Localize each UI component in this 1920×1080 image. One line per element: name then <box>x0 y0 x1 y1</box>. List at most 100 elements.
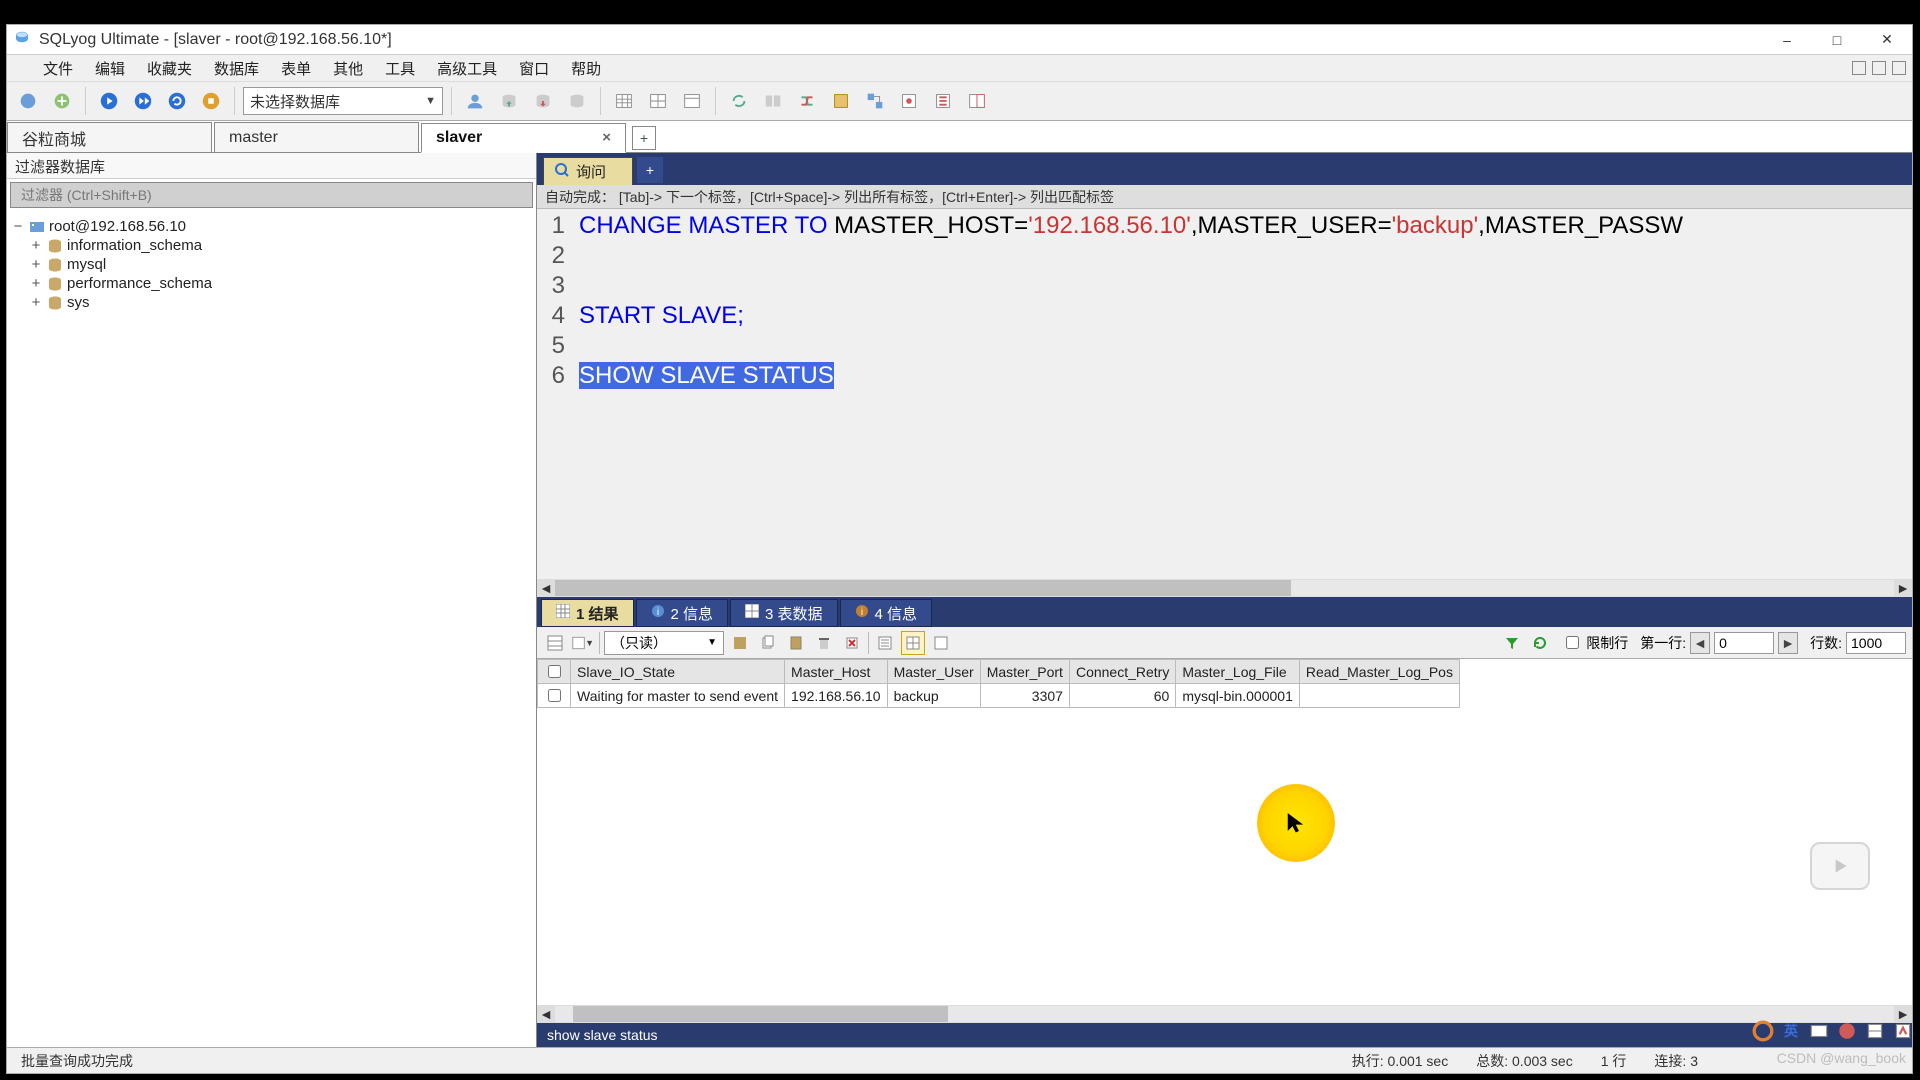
tree-database-node[interactable]: +mysql <box>11 255 532 274</box>
limit-checkbox[interactable] <box>1566 636 1579 649</box>
column-header[interactable]: Master_Log_File <box>1176 660 1300 684</box>
max-view-button[interactable] <box>929 631 953 655</box>
tray-icon-b[interactable] <box>1808 1020 1830 1042</box>
menu-表单[interactable]: 表单 <box>271 56 321 81</box>
result-tab-tabledata[interactable]: 3 表数据 <box>730 599 838 627</box>
cell[interactable]: mysql-bin.000001 <box>1176 684 1300 708</box>
result-tab-info[interactable]: i4 信息 <box>840 599 933 627</box>
editor-h-scrollbar[interactable]: ◄► <box>537 579 1912 597</box>
execute-all-button[interactable] <box>128 86 158 116</box>
result-h-scrollbar[interactable]: ◄► <box>537 1005 1912 1023</box>
tree-database-node[interactable]: +information_schema <box>11 236 532 255</box>
menu-其他[interactable]: 其他 <box>323 56 373 81</box>
form-button[interactable] <box>677 86 707 116</box>
sync-button[interactable] <box>724 86 754 116</box>
connection-tab[interactable]: slaver× <box>421 123 626 153</box>
add-query-tab-button[interactable]: + <box>637 157 663 183</box>
rows-input[interactable]: 1000 <box>1846 632 1906 654</box>
import-button[interactable] <box>528 86 558 116</box>
prev-page-button[interactable]: ◄ <box>1690 632 1710 654</box>
execute-button[interactable] <box>94 86 124 116</box>
connection-tab[interactable]: master <box>214 122 419 152</box>
menu-文件[interactable]: 文件 <box>33 56 83 81</box>
column-header[interactable]: Master_Host <box>785 660 888 684</box>
backup-button[interactable] <box>562 86 592 116</box>
column-header[interactable]: Read_Master_Log_Pos <box>1299 660 1459 684</box>
firstrow-input[interactable]: 0 <box>1714 632 1774 654</box>
tray-icon-a[interactable] <box>1752 1020 1774 1042</box>
menu-收藏夹[interactable]: 收藏夹 <box>137 56 202 81</box>
cell[interactable]: 60 <box>1069 684 1175 708</box>
refresh-button[interactable] <box>162 86 192 116</box>
form-view-button[interactable]: ▼ <box>571 631 595 655</box>
text-view-button[interactable] <box>873 631 897 655</box>
tray-icon-c[interactable] <box>1836 1020 1858 1042</box>
add-connection-tab-button[interactable]: + <box>632 126 656 150</box>
query-builder-button[interactable] <box>826 86 856 116</box>
mdi-close-icon[interactable] <box>1892 61 1906 75</box>
tree-server-node[interactable]: − root@192.168.56.10 <box>11 217 532 236</box>
close-tab-icon[interactable]: × <box>602 129 611 146</box>
paste-button[interactable] <box>784 631 808 655</box>
filter-input[interactable]: 过滤器 (Ctrl+Shift+B) <box>10 182 533 208</box>
database-selector[interactable]: 未选择数据库 ▼ <box>243 87 443 115</box>
column-header[interactable]: Master_Port <box>980 660 1069 684</box>
refresh-result-button[interactable] <box>1528 631 1552 655</box>
menu-帮助[interactable]: 帮助 <box>561 56 611 81</box>
menu-数据库[interactable]: 数据库 <box>204 56 269 81</box>
next-page-button[interactable]: ► <box>1778 632 1798 654</box>
schema-designer-button[interactable] <box>860 86 890 116</box>
table-button[interactable] <box>609 86 639 116</box>
menu-窗口[interactable]: 窗口 <box>509 56 559 81</box>
cell[interactable]: 192.168.56.10 <box>785 684 888 708</box>
export-button[interactable] <box>494 86 524 116</box>
close-button[interactable]: ✕ <box>1862 25 1912 55</box>
menu-工具[interactable]: 工具 <box>375 56 425 81</box>
row-checkbox[interactable] <box>538 684 571 708</box>
delete-row-button[interactable] <box>812 631 836 655</box>
stop-button[interactable] <box>196 86 226 116</box>
tree-database-node[interactable]: +performance_schema <box>11 274 532 293</box>
new-query-button[interactable] <box>47 86 77 116</box>
minimize-button[interactable]: – <box>1762 25 1812 55</box>
table-row[interactable]: Waiting for master to send event192.168.… <box>538 684 1460 708</box>
copy-button[interactable] <box>756 631 780 655</box>
cell[interactable]: backup <box>887 684 980 708</box>
grid-view-active-button[interactable] <box>901 631 925 655</box>
filter-icon[interactable] <box>1500 631 1524 655</box>
menu-高级工具[interactable]: 高级工具 <box>427 56 507 81</box>
new-connection-button[interactable] <box>13 86 43 116</box>
schema-sync-button[interactable] <box>758 86 788 116</box>
checkbox-header[interactable] <box>538 660 571 684</box>
user-manager-button[interactable] <box>460 86 490 116</box>
grid-button[interactable] <box>643 86 673 116</box>
result-grid[interactable]: Slave_IO_StateMaster_HostMaster_UserMast… <box>537 659 1912 708</box>
result-tab-result[interactable]: 1 结果 <box>541 599 634 627</box>
sql-editor[interactable]: 123456 CHANGE MASTER TO MASTER_HOST='192… <box>537 209 1912 579</box>
tray-icon-d[interactable] <box>1864 1020 1886 1042</box>
tray-ime-icon[interactable]: 英 <box>1780 1020 1802 1042</box>
maximize-button[interactable]: □ <box>1812 25 1862 55</box>
cell[interactable] <box>1299 684 1459 708</box>
save-row-button[interactable] <box>728 631 752 655</box>
column-header[interactable]: Master_User <box>887 660 980 684</box>
grid-view-button[interactable] <box>543 631 567 655</box>
cell[interactable]: 3307 <box>980 684 1069 708</box>
tree-database-node[interactable]: +sys <box>11 293 532 312</box>
mdi-minimize-icon[interactable] <box>1852 61 1866 75</box>
data-sync-button[interactable] <box>792 86 822 116</box>
column-header[interactable]: Connect_Retry <box>1069 660 1175 684</box>
cancel-button[interactable] <box>840 631 864 655</box>
tool-b-button[interactable] <box>928 86 958 116</box>
tool-a-button[interactable] <box>894 86 924 116</box>
result-tab-msg[interactable]: i2 信息 <box>636 599 729 627</box>
cell[interactable]: Waiting for master to send event <box>571 684 785 708</box>
sql-code[interactable]: CHANGE MASTER TO MASTER_HOST='192.168.56… <box>571 209 1912 579</box>
tool-c-button[interactable] <box>962 86 992 116</box>
query-tab[interactable]: 询问 <box>543 157 633 185</box>
menu-编辑[interactable]: 编辑 <box>85 56 135 81</box>
mdi-restore-icon[interactable] <box>1872 61 1886 75</box>
connection-tab[interactable]: 谷粒商城 <box>7 122 212 152</box>
column-header[interactable]: Slave_IO_State <box>571 660 785 684</box>
database-tree[interactable]: − root@192.168.56.10 +information_schema… <box>7 211 536 1047</box>
